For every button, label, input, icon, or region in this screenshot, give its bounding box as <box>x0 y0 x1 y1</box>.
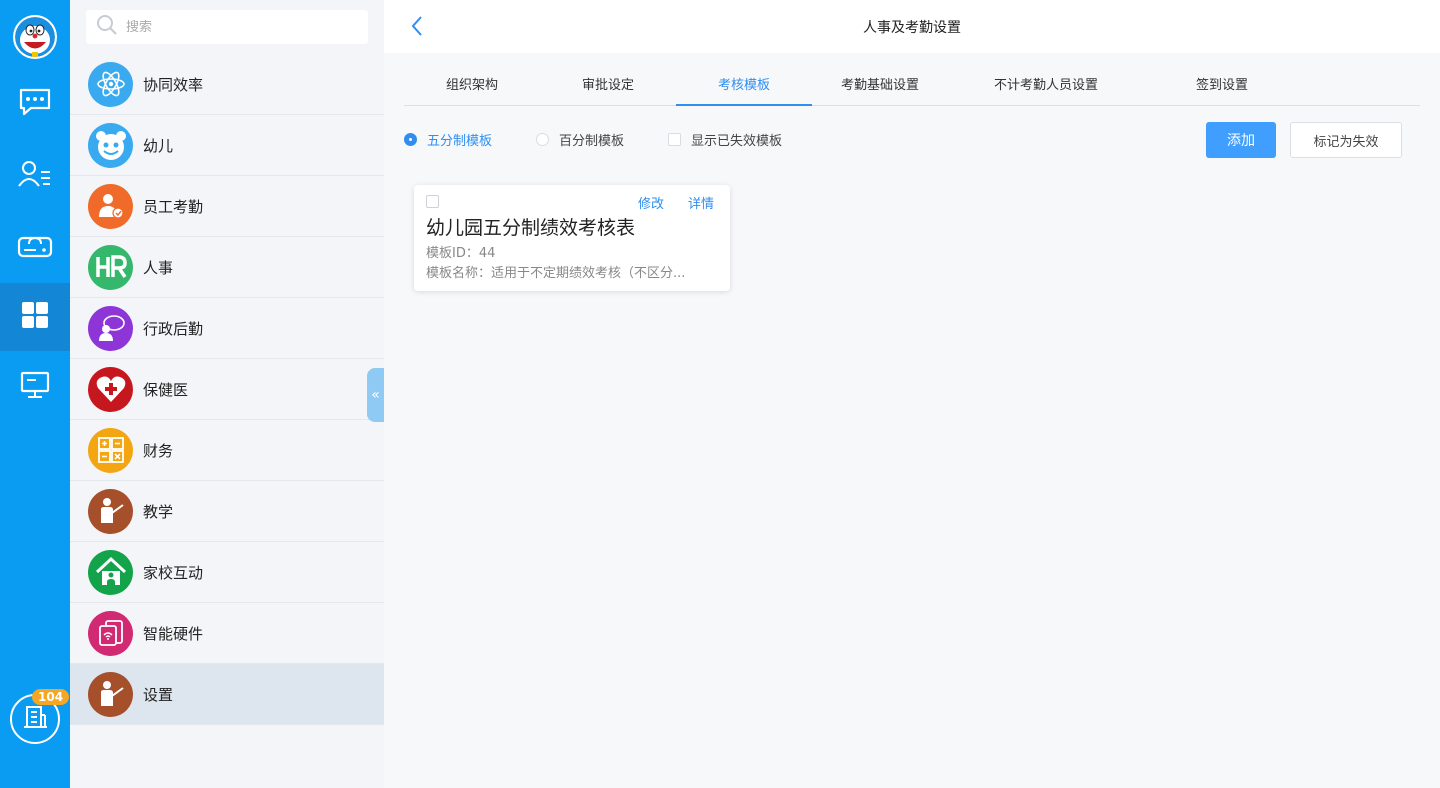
search-box[interactable] <box>86 10 368 44</box>
module-label: 行政后勤 <box>143 319 204 338</box>
smiley-icon <box>88 122 133 168</box>
template-card: 修改 详情 幼儿园五分制绩效考核表 模板ID：44 模板名称：适用于不定期绩效考… <box>414 185 730 291</box>
module-item-hr[interactable]: 人事 <box>70 237 384 298</box>
apps-nav[interactable] <box>0 283 70 351</box>
checkbox-box <box>668 133 682 146</box>
module-label: 家校互动 <box>143 563 204 582</box>
teacher-icon <box>88 671 133 717</box>
add-button[interactable]: 添加 <box>1206 122 1276 158</box>
atom-icon <box>88 61 133 107</box>
module-label: 员工考勤 <box>143 197 204 216</box>
module-item-children[interactable]: 幼儿 <box>70 115 384 176</box>
module-label: 设置 <box>143 685 174 704</box>
house-icon <box>88 549 133 595</box>
collapse-panel-button[interactable]: « <box>367 368 384 422</box>
module-panel: 协同效率 幼儿 员工考勤 人事 行政后勤 <box>70 0 384 788</box>
cloud-drive-icon <box>16 228 54 264</box>
show-invalid-label: 显示已失效模板 <box>691 134 783 149</box>
search-icon <box>96 14 118 40</box>
radio-unselected <box>536 133 550 146</box>
radio-selected <box>404 133 417 146</box>
tab-assessment-template[interactable]: 考核模板 <box>676 70 812 106</box>
apps-icon <box>20 300 50 334</box>
monitor-icon <box>19 370 51 404</box>
calculator-icon <box>88 427 133 473</box>
card-checkbox[interactable] <box>426 195 439 208</box>
module-label: 财务 <box>143 441 174 460</box>
module-item-staff-attendance[interactable]: 员工考勤 <box>70 176 384 237</box>
building-icon <box>21 703 49 735</box>
tab-checkin-settings[interactable]: 签到设置 <box>1144 70 1300 105</box>
tab-attendance-basic[interactable]: 考勤基础设置 <box>812 70 948 105</box>
heart-medical-icon <box>88 366 133 412</box>
template-filters: 五分制模板 百分制模板 显示已失效模板 <box>404 130 826 149</box>
hundred-point-label: 百分制模板 <box>559 134 625 149</box>
monitor-nav[interactable] <box>0 353 70 421</box>
module-list: 协同效率 幼儿 员工考勤 人事 行政后勤 保健医 财务 教学 家校互动 智能硬件… <box>70 54 384 725</box>
template-id: 模板ID：44 <box>426 246 496 261</box>
module-item-teaching[interactable]: 教学 <box>70 481 384 542</box>
chat-nav[interactable] <box>0 70 70 138</box>
tab-exempt-staff[interactable]: 不计考勤人员设置 <box>948 70 1144 105</box>
left-rail: 104 <box>0 0 70 788</box>
hr-icon <box>88 244 133 290</box>
show-invalid-checkbox[interactable]: 显示已失效模板 <box>668 130 782 149</box>
module-label: 幼儿 <box>143 136 174 155</box>
teacher-icon <box>88 488 133 534</box>
detail-link[interactable]: 详情 <box>688 193 714 212</box>
settings-tabs: 组织架构 审批设定 考核模板 考勤基础设置 不计考勤人员设置 签到设置 <box>404 70 1420 106</box>
edit-link[interactable]: 修改 <box>638 193 664 212</box>
module-item-health[interactable]: 保健医 <box>70 359 384 420</box>
module-item-admin-logistics[interactable]: 行政后勤 <box>70 298 384 359</box>
five-point-label: 五分制模板 <box>427 134 493 149</box>
template-name: 模板名称：适用于不定期绩效考核（不区分... <box>426 266 686 281</box>
page-title: 人事及考勤设置 <box>863 20 961 36</box>
tab-approval[interactable]: 审批设定 <box>540 70 676 105</box>
module-label: 人事 <box>143 258 174 277</box>
cloud-drive-nav[interactable] <box>0 212 70 280</box>
device-icon <box>88 610 133 656</box>
five-point-radio[interactable]: 五分制模板 <box>404 130 492 149</box>
page-header: 人事及考勤设置 <box>384 0 1440 53</box>
notification-badge: 104 <box>32 689 70 705</box>
double-chevron-left-icon: « <box>371 387 380 403</box>
module-label: 智能硬件 <box>143 624 204 643</box>
tab-org-structure[interactable]: 组织架构 <box>404 70 540 105</box>
module-item-home-school[interactable]: 家校互动 <box>70 542 384 603</box>
search-input[interactable] <box>126 19 346 35</box>
module-label: 教学 <box>143 502 174 521</box>
module-item-finance[interactable]: 财务 <box>70 420 384 481</box>
template-title: 幼儿园五分制绩效考核表 <box>426 217 636 239</box>
module-item-settings[interactable]: 设置 <box>70 664 384 725</box>
contacts-nav[interactable] <box>0 142 70 210</box>
hundred-point-radio[interactable]: 百分制模板 <box>536 130 624 149</box>
mark-invalid-button[interactable]: 标记为失效 <box>1290 122 1402 158</box>
module-item-smart-hardware[interactable]: 智能硬件 <box>70 603 384 664</box>
attendance-icon <box>88 183 133 229</box>
module-item-collaboration[interactable]: 协同效率 <box>70 54 384 115</box>
user-avatar[interactable] <box>13 15 57 59</box>
contacts-icon <box>17 158 53 194</box>
admin-icon <box>88 305 133 351</box>
module-label: 保健医 <box>143 380 189 399</box>
chat-icon <box>17 86 53 122</box>
module-label: 协同效率 <box>143 75 204 94</box>
